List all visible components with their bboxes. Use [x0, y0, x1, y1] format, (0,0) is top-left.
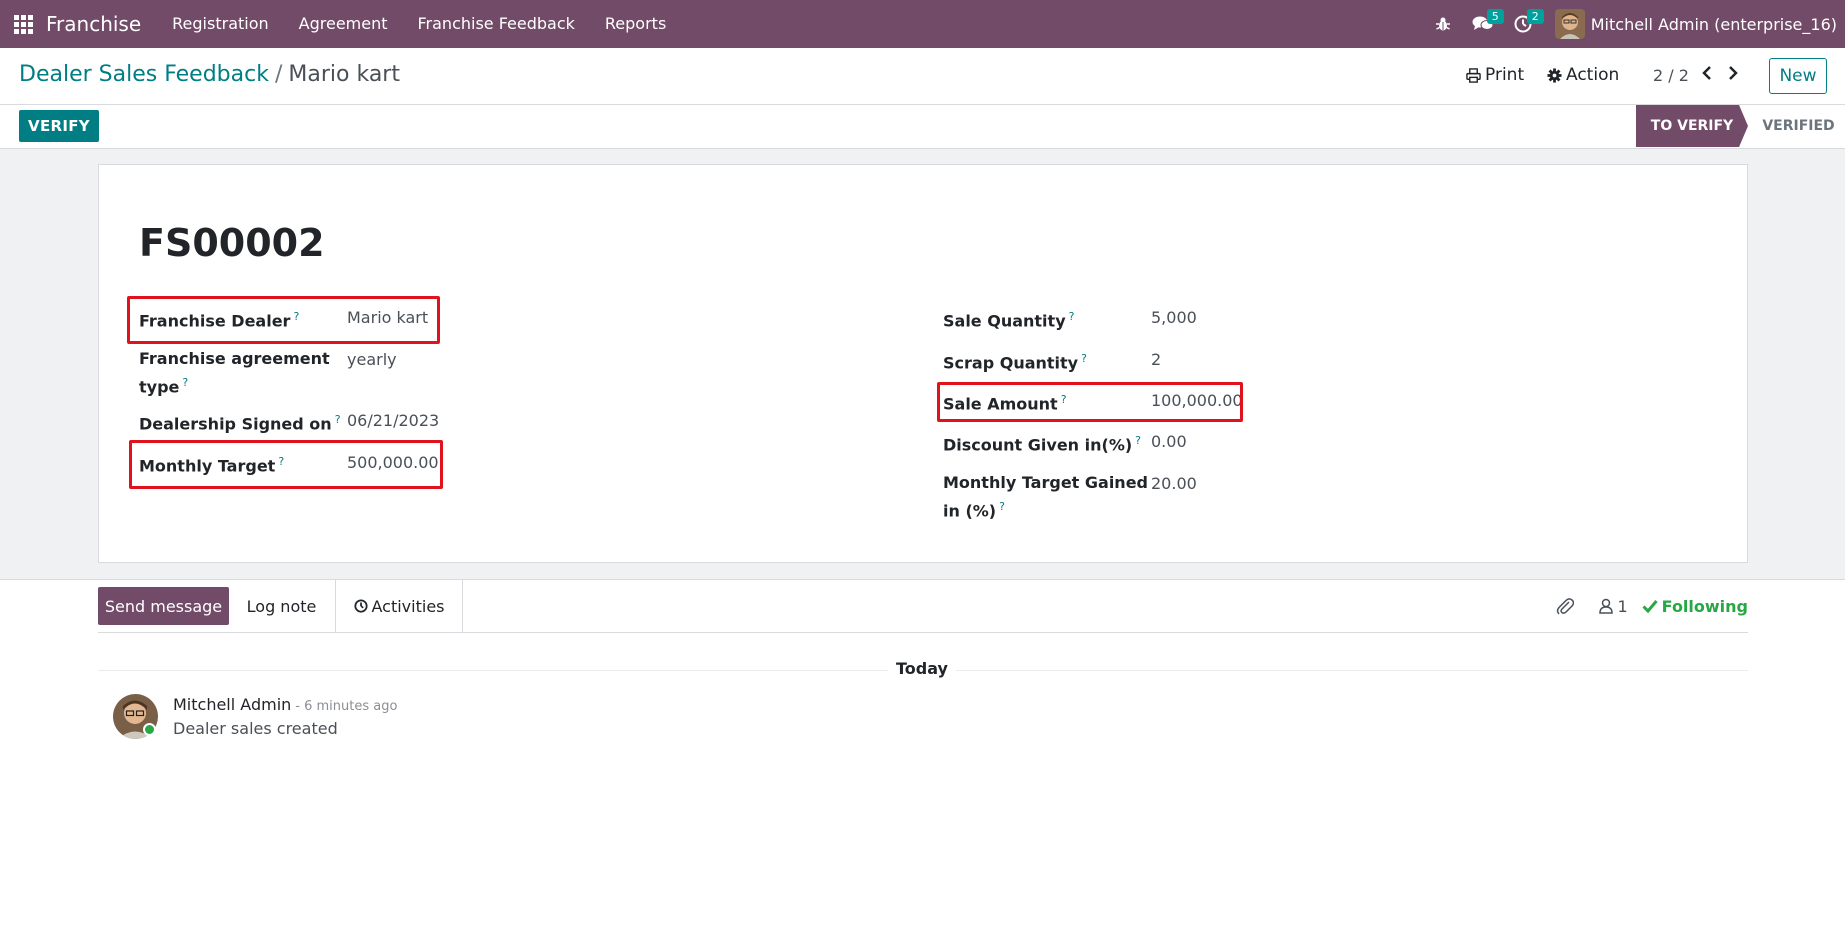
following-label: Following: [1661, 596, 1748, 616]
scrap-quantity-value[interactable]: 2: [1151, 348, 1161, 372]
online-status-indicator: [143, 723, 156, 736]
activities-badge: 2: [1526, 9, 1544, 24]
scrap-quantity-label: Scrap Quantity?: [943, 352, 1087, 373]
action-button[interactable]: Action: [1547, 65, 1619, 85]
following-button[interactable]: Following: [1642, 597, 1748, 616]
breadcrumb-current: Mario kart: [288, 62, 400, 87]
pager-next-icon[interactable]: [1722, 60, 1744, 86]
menu-agreement[interactable]: Agreement: [284, 0, 403, 48]
message-author-name[interactable]: Mitchell Admin: [173, 695, 291, 714]
monthly-target-gained-value[interactable]: 20.00: [1151, 472, 1197, 496]
user-icon: [1599, 598, 1614, 614]
monthly-target-gained-label: Monthly Target Gained in (%)?: [943, 473, 1148, 521]
franchise-agreement-type-value[interactable]: yearly: [347, 348, 397, 372]
breadcrumb-parent[interactable]: Dealer Sales Feedback: [19, 62, 269, 87]
form-sheet: FS00002 Franchise Dealer? Mario kart Fra…: [98, 164, 1748, 563]
activities-clock-icon[interactable]: 2: [1503, 0, 1544, 48]
help-tooltip-icon[interactable]: ?: [1069, 310, 1075, 323]
print-icon: [1466, 67, 1481, 83]
help-tooltip-icon[interactable]: ?: [1135, 434, 1141, 447]
activities-button[interactable]: Activities: [335, 579, 463, 633]
user-avatar[interactable]: [1554, 9, 1585, 39]
message-body: Dealer sales created: [173, 719, 338, 738]
app-name[interactable]: Franchise: [46, 12, 141, 36]
user-menu[interactable]: Mitchell Admin (enterprise_16): [1591, 15, 1837, 34]
messages-chat-icon[interactable]: 5: [1463, 0, 1504, 48]
highlight-box-sale-amount: [937, 382, 1243, 422]
print-button[interactable]: Print: [1466, 65, 1524, 85]
sale-quantity-value[interactable]: 5,000: [1151, 306, 1197, 330]
stage-verified[interactable]: VERIFIED: [1752, 105, 1845, 147]
help-tooltip-icon[interactable]: ?: [999, 500, 1005, 513]
verify-button[interactable]: VERIFY: [19, 110, 99, 142]
print-label: Print: [1485, 65, 1525, 85]
chatter-toolbar: Send message Log note Activities 1 Follo…: [98, 579, 1748, 633]
debug-bug-icon[interactable]: [1423, 0, 1463, 48]
apps-menu-icon[interactable]: [0, 0, 46, 48]
help-tooltip-icon[interactable]: ?: [1081, 352, 1087, 365]
clock-icon: [353, 599, 368, 613]
action-label: Action: [1566, 65, 1620, 85]
discount-given-label: Discount Given in(%)?: [943, 434, 1141, 455]
discount-given-value[interactable]: 0.00: [1151, 430, 1187, 454]
highlight-box-franchise-dealer: [127, 296, 440, 344]
sale-quantity-label: Sale Quantity?: [943, 310, 1075, 331]
help-tooltip-icon[interactable]: ?: [335, 413, 341, 426]
new-record-button[interactable]: New: [1769, 58, 1827, 94]
activities-label: Activities: [371, 596, 445, 616]
attachment-paperclip-icon[interactable]: [1553, 596, 1577, 616]
help-tooltip-icon[interactable]: ?: [182, 376, 188, 389]
pager-previous-icon[interactable]: [1696, 60, 1718, 86]
highlight-box-monthly-target: [129, 440, 443, 489]
breadcrumb-separator: /: [274, 62, 283, 87]
franchise-agreement-type-label: Franchise agreement type?: [139, 349, 330, 397]
breadcrumb: Dealer Sales Feedback / Mario kart: [19, 62, 400, 87]
send-message-button[interactable]: Send message: [98, 587, 229, 625]
date-separator-label: Today: [888, 659, 956, 678]
control-panel: Dealer Sales Feedback / Mario kart Print A…: [0, 48, 1845, 105]
dealership-signed-on-value[interactable]: 06/21/2023: [347, 409, 439, 433]
message-timestamp: - 6 minutes ago: [295, 699, 398, 714]
followers-button[interactable]: 1: [1599, 596, 1628, 616]
record-name: FS00002: [139, 221, 325, 265]
pager-value[interactable]: 2 / 2: [1653, 66, 1689, 85]
followers-count: 1: [1617, 596, 1628, 616]
dealership-signed-on-label: Dealership Signed on?: [139, 413, 341, 434]
stage-to-verify[interactable]: TO VERIFY: [1636, 105, 1748, 147]
message-author: Mitchell Admin - 6 minutes ago: [173, 695, 397, 714]
messages-badge: 5: [1486, 9, 1504, 24]
menu-registration[interactable]: Registration: [157, 0, 283, 48]
menu-franchise-feedback[interactable]: Franchise Feedback: [403, 0, 590, 48]
gear-icon: [1547, 67, 1562, 83]
log-note-button[interactable]: Log note: [229, 579, 334, 633]
top-navbar: Franchise Registration Agreement Franchi…: [0, 0, 1845, 48]
menu-reports[interactable]: Reports: [590, 0, 681, 48]
status-bar: VERIFY TO VERIFY VERIFIED: [0, 105, 1845, 149]
check-icon: [1642, 600, 1658, 613]
